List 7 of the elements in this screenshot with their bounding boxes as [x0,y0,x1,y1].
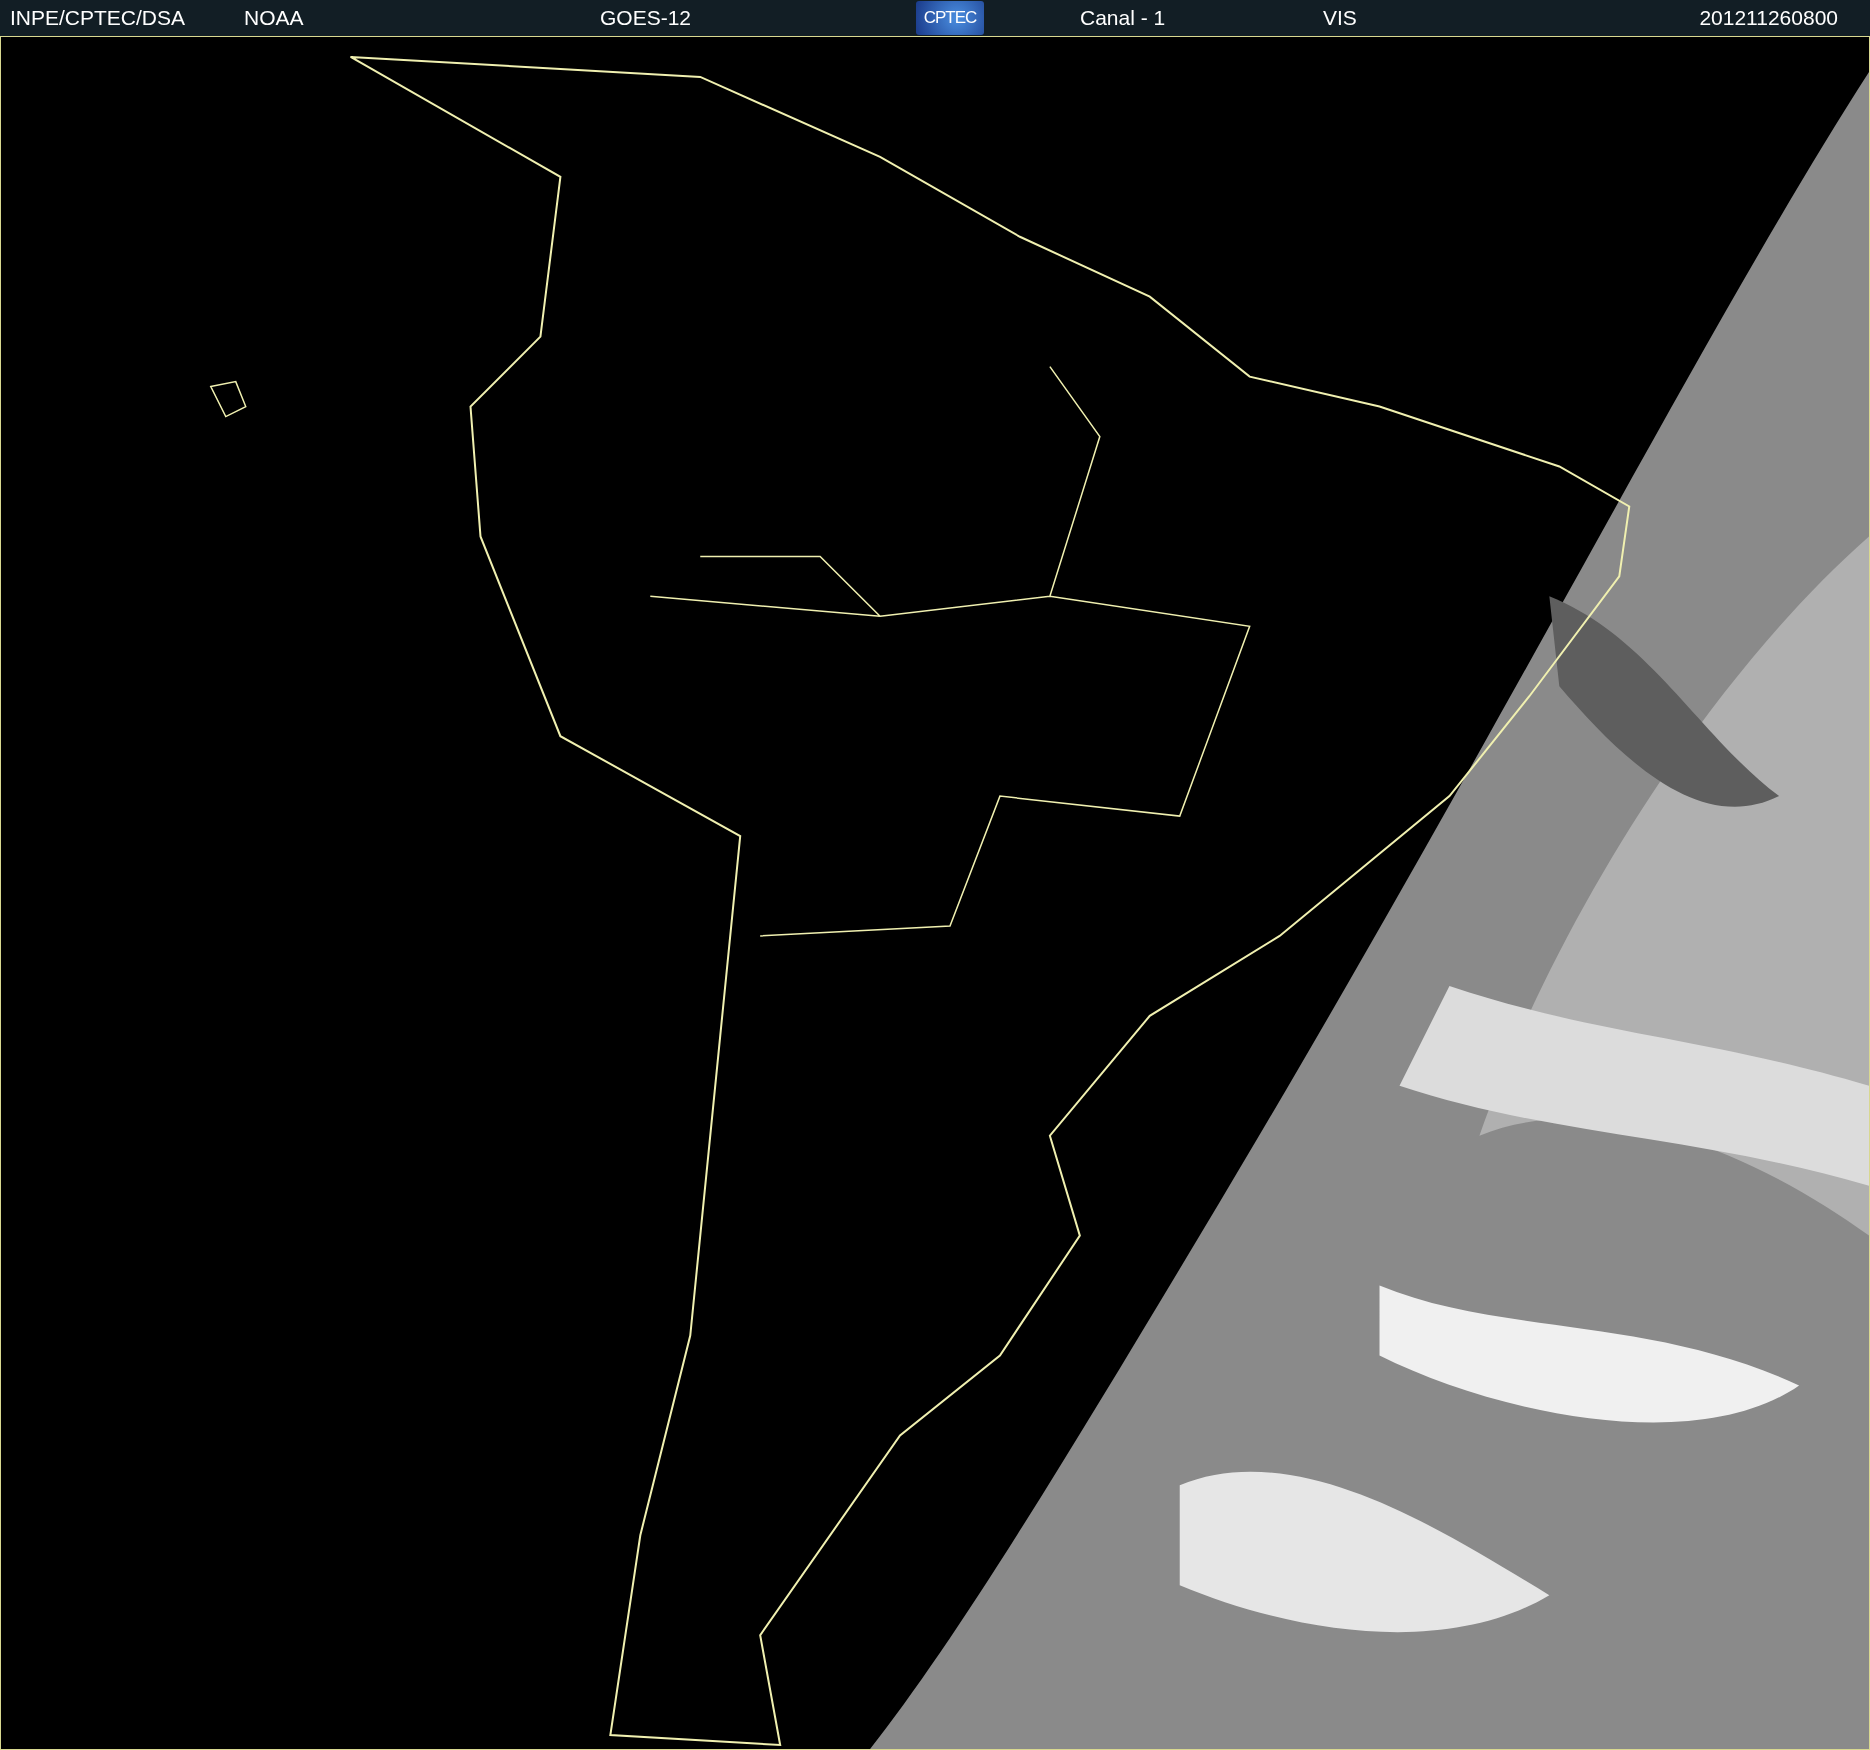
source-label: INPE/CPTEC/DSA [10,6,186,30]
agency-label: NOAA [244,6,304,30]
logo: CPTEC [916,1,984,35]
band-label: VIS [1323,6,1357,30]
satellite-label: GOES-12 [600,6,692,30]
channel-label: Canal - 1 [1080,6,1166,30]
timestamp-label: 201211260800 [1699,6,1838,30]
